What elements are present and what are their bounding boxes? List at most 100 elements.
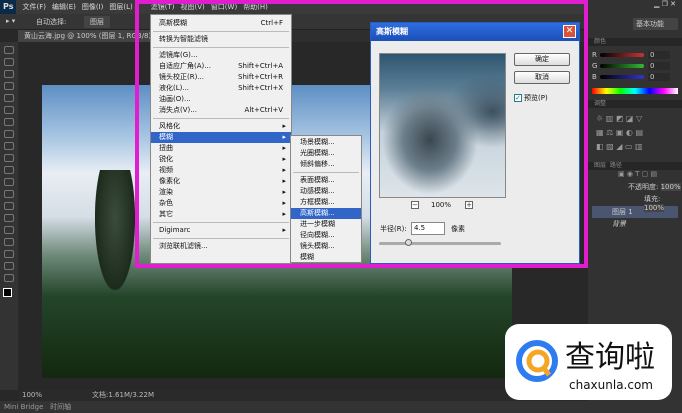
hand-icon[interactable] [4,262,14,270]
channel-label: G [592,61,598,70]
ok-button[interactable]: 确定 [514,53,570,66]
blur-submenu-item[interactable]: 场景模糊... [291,137,361,148]
zoom-out-button[interactable]: − [411,201,419,209]
window-controls[interactable]: ▁ ❐ ✕ [588,0,682,14]
adjustments-panel-tab[interactable]: 调整 [588,100,682,108]
blur-submenu-item[interactable]: 表面模糊... [291,175,361,186]
menu-item[interactable]: 镜头校正(R)... Shift+Ctrl+R [151,72,291,83]
layer-filter-icons[interactable]: ▣ ◉ T ▢ ▤ [588,170,682,182]
move-tool-icon[interactable] [4,46,14,54]
channel-value[interactable]: 0 [648,50,670,59]
photoshop-logo: Ps [0,0,17,14]
blur-submenu-item[interactable]: 进一步模糊 [291,219,361,230]
blur-submenu-item[interactable]: 模糊 [291,252,361,263]
menu-item-group[interactable]: 模糊 ▸ [151,132,291,143]
path-select-icon[interactable] [4,238,14,246]
foreground-color-swatch[interactable] [3,288,12,297]
search-logo-icon [516,340,558,382]
stamp-icon[interactable] [4,142,14,150]
eyedropper-icon[interactable] [4,106,14,114]
blur-submenu-item[interactable]: 高斯模糊... [291,208,361,219]
menu-item[interactable]: 消失点(V)... Alt+Ctrl+V [151,105,291,116]
radius-slider-handle[interactable] [405,239,412,246]
layers-tab[interactable]: 图层 [594,162,606,169]
history-brush-icon[interactable] [4,154,14,162]
menu-item-label: 液化(L)... [159,84,190,92]
healing-icon[interactable] [4,118,14,126]
menu-edit[interactable]: 编辑(E) [52,2,76,12]
type-icon[interactable] [4,226,14,234]
channel-slider[interactable] [600,63,644,68]
radius-input[interactable]: 4.5 [411,222,445,235]
opacity-input[interactable]: 100% [660,183,681,191]
channel-value[interactable]: 0 [648,61,670,70]
menu-item-last-filter[interactable]: 高斯模糊 Ctrl+F [151,18,291,29]
blur-submenu-item[interactable]: 方框模糊... [291,197,361,208]
menu-item-group[interactable]: 锐化 ▸ [151,154,291,165]
menu-item[interactable]: 油画(O)... [151,94,291,105]
auto-select-dropdown[interactable]: 图层 [84,16,110,28]
menu-item-label: 渲染 [159,188,173,196]
layers-panel-tabs: 图层 路径 [588,162,682,170]
menu-file[interactable]: 文件(F) [22,2,46,12]
menu-item-digimarc[interactable]: Digimarc ▸ [151,225,291,236]
blur-tool-icon[interactable] [4,190,14,198]
shape-icon[interactable] [4,250,14,258]
close-icon[interactable]: ✕ [563,25,576,38]
menu-item-label: 其它 [159,210,173,218]
zoom-status[interactable]: 100% [22,391,42,399]
dodge-icon[interactable] [4,202,14,210]
channel-slider[interactable] [600,74,644,79]
brush-icon[interactable] [4,130,14,138]
timeline-tab[interactable]: 时间轴 [50,403,71,411]
color-spectrum[interactable] [592,88,678,94]
channel-slider[interactable] [600,52,644,57]
menu-item[interactable]: 滤镜库(G)... [151,50,291,61]
quick-select-icon[interactable] [4,82,14,90]
layer-row-layer1[interactable]: 图层 1 [592,206,678,218]
menu-item[interactable]: 液化(L)... Shift+Ctrl+X [151,83,291,94]
menu-item-group[interactable]: 杂色 ▸ [151,198,291,209]
menu-item-group[interactable]: 像素化 ▸ [151,176,291,187]
auto-select-checkbox[interactable]: 自动选择: [36,17,66,27]
layer-row-background[interactable]: 背景 [592,218,678,230]
eraser-icon[interactable] [4,166,14,174]
move-tool-icon[interactable]: ▸ ▾ [6,17,15,25]
adjustment-icons[interactable]: ☼ ▥ ◩ ◪ ▽ ▦ ⚖ ▣ ◐ ▤ ◧ ▨ ◢ ▭ ▥ [588,108,682,160]
marquee-tool-icon[interactable] [4,58,14,66]
menu-layer[interactable]: 图层(L) [109,2,132,12]
menu-item-group[interactable]: 其它 ▸ [151,209,291,220]
mini-bridge-tab[interactable]: Mini Bridge [4,403,43,411]
blur-submenu-item[interactable]: 动感模糊... [291,186,361,197]
workspace-dropdown[interactable]: 基本功能 [633,18,678,30]
pen-icon[interactable] [4,214,14,222]
gradient-icon[interactable] [4,178,14,186]
preview-checkbox[interactable]: ✓ [514,94,522,102]
menu-item-label: 油画(O)... [159,95,191,103]
paths-tab[interactable]: 路径 [610,162,622,169]
cancel-button[interactable]: 取消 [514,71,570,84]
blur-submenu-item[interactable]: 镜头模糊... [291,241,361,252]
menu-item-smart-filter[interactable]: 转换为智能滤镜 [151,34,291,45]
menu-item-group[interactable]: 扭曲 ▸ [151,143,291,154]
lasso-tool-icon[interactable] [4,70,14,78]
crop-tool-icon[interactable] [4,94,14,102]
radius-slider[interactable] [379,242,501,245]
menu-item-group[interactable]: 渲染 ▸ [151,187,291,198]
menu-item-browse-online[interactable]: 浏览联机滤镜... [151,241,291,252]
preview-thumbnail[interactable] [379,53,506,198]
fill-input[interactable]: 100% [644,204,665,212]
menu-item[interactable]: 自适应广角(A)... Shift+Ctrl+A [151,61,291,72]
zoom-tool-icon[interactable] [4,274,14,282]
zoom-in-button[interactable]: + [465,201,473,209]
color-panel-tab[interactable]: 颜色 [588,38,682,46]
blur-submenu-item[interactable]: 光圈模糊... [291,148,361,159]
menu-item-label: 高斯模糊 [159,19,187,27]
menu-item-group[interactable]: 风格化 ▸ [151,121,291,132]
preview-option[interactable]: ✓ 预览(P) [514,93,548,103]
channel-value[interactable]: 0 [648,72,670,81]
menu-image[interactable]: 图像(I) [82,2,104,12]
menu-item-group[interactable]: 视频 ▸ [151,165,291,176]
blur-submenu-item[interactable]: 倾斜偏移... [291,159,361,170]
blur-submenu-item[interactable]: 径向模糊... [291,230,361,241]
